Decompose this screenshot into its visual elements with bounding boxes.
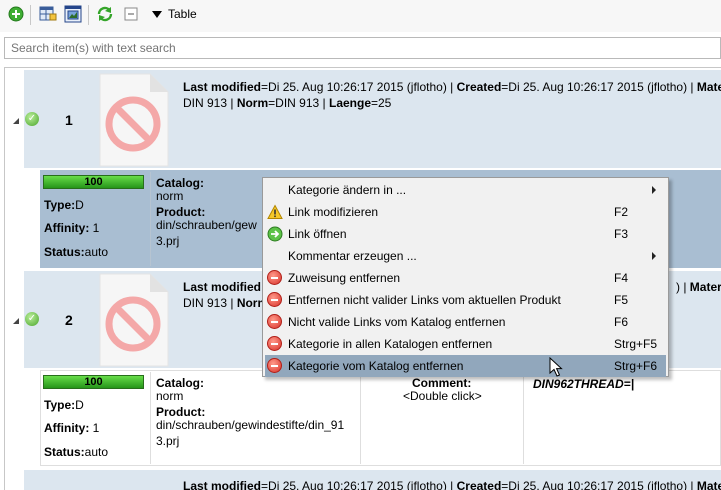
product-path: 3.prj xyxy=(156,434,180,448)
open-link-icon xyxy=(267,226,283,242)
expand-toggle-icon[interactable] xyxy=(13,118,19,124)
attribute-value: DIN962THREAD=| xyxy=(533,377,635,391)
view-dropdown[interactable]: Table xyxy=(152,7,197,21)
remove-icon xyxy=(267,314,282,329)
row-attributes-line: Last modified=Di 25. Aug 10:26:17 2015 (… xyxy=(183,479,721,490)
remove-icon xyxy=(267,336,282,351)
add-button[interactable] xyxy=(6,5,26,25)
row-attributes-line: DIN 913 | Norm=DIN 913 | Laenge=25 xyxy=(183,96,392,110)
chevron-down-icon xyxy=(152,10,162,18)
warning-icon xyxy=(267,204,283,220)
remove-icon xyxy=(267,270,282,285)
collapse-button[interactable] xyxy=(121,5,141,25)
status-field: Status:auto xyxy=(44,245,109,259)
no-preview-icon xyxy=(96,272,170,368)
remove-icon xyxy=(267,292,282,307)
link-grid-icon xyxy=(39,5,57,26)
menu-item-remove-category-from-catalog[interactable]: Kategorie vom Katalog entfernen Strg+F6 xyxy=(265,355,666,377)
affinity-field: Affinity: 1 xyxy=(44,421,100,435)
cell-divider xyxy=(150,372,151,464)
collapse-icon xyxy=(124,7,138,24)
menu-item-remove-invalid-catalog-links[interactable]: Nicht valide Links vom Katalog entfernen… xyxy=(265,311,666,333)
cell-divider xyxy=(360,372,361,464)
mouse-cursor-icon xyxy=(549,356,563,377)
check-icon: ✓ xyxy=(25,112,39,126)
view-dropdown-label: Table xyxy=(168,7,197,21)
cell-divider xyxy=(523,372,524,464)
status-field: Status:auto xyxy=(44,445,109,459)
submenu-arrow-icon xyxy=(652,186,656,194)
comment-value[interactable]: <Double click> xyxy=(403,388,482,404)
row-number: 2 xyxy=(65,312,73,328)
type-field: Type:D xyxy=(44,398,84,412)
row-attributes-line: DIN 913 | Norm xyxy=(183,296,269,310)
no-preview-icon xyxy=(96,72,170,168)
submenu-arrow-icon xyxy=(652,252,656,260)
product-path: 3.prj xyxy=(156,234,180,248)
match-progress-bar: 100 xyxy=(43,175,144,189)
link-grid-button[interactable] xyxy=(38,5,58,25)
row-attributes-line: Last modified=Di 25. Aug 10:26:17 2015 (… xyxy=(183,80,721,94)
context-menu: Kategorie ändern in ... Link modifiziere… xyxy=(262,177,669,377)
menu-item-remove-invalid-product-links[interactable]: Entfernen nicht valider Links vom aktuel… xyxy=(265,289,666,311)
menu-item-create-comment[interactable]: Kommentar erzeugen ... xyxy=(265,245,666,267)
refresh-button[interactable] xyxy=(95,5,115,25)
menu-item-remove-assignment[interactable]: Zuweisung entfernen F4 xyxy=(265,267,666,289)
toolbar-separator xyxy=(30,5,31,25)
product-path: din/schrauben/gewindestifte/din_91 xyxy=(156,418,345,432)
affinity-field: Affinity: 1 xyxy=(44,221,100,235)
catalog-value: norm xyxy=(156,389,184,403)
type-field: Type:D xyxy=(44,198,84,212)
product-path: din/schrauben/gew xyxy=(156,218,257,232)
remove-icon xyxy=(267,358,282,373)
progress-label: 100 xyxy=(84,176,103,188)
toolbar: Table xyxy=(0,0,721,32)
menu-item-modify-link[interactable]: Link modifizieren F2 xyxy=(265,201,666,223)
expand-toggle-icon[interactable] xyxy=(13,318,19,324)
match-progress-bar: 100 xyxy=(43,375,144,389)
picture-button[interactable] xyxy=(63,5,83,25)
check-icon: ✓ xyxy=(25,312,39,326)
toolbar-separator xyxy=(88,5,89,25)
cell-divider xyxy=(150,172,151,266)
add-icon xyxy=(8,6,24,25)
menu-item-change-category[interactable]: Kategorie ändern in ... xyxy=(265,179,666,201)
menu-item-remove-category-all-catalogs[interactable]: Kategorie in allen Katalogen entfernen S… xyxy=(265,333,666,355)
picture-icon xyxy=(64,5,82,26)
menu-item-open-link[interactable]: Link öffnen F3 xyxy=(265,223,666,245)
search-input[interactable] xyxy=(4,37,721,59)
row-attributes-line-tail: ) | Materi xyxy=(676,280,721,294)
row-attributes-line: Last modified xyxy=(183,280,262,294)
row-number: 1 xyxy=(65,112,73,128)
progress-label: 100 xyxy=(84,376,103,388)
refresh-icon xyxy=(96,5,114,26)
catalog-value: norm xyxy=(156,189,184,203)
